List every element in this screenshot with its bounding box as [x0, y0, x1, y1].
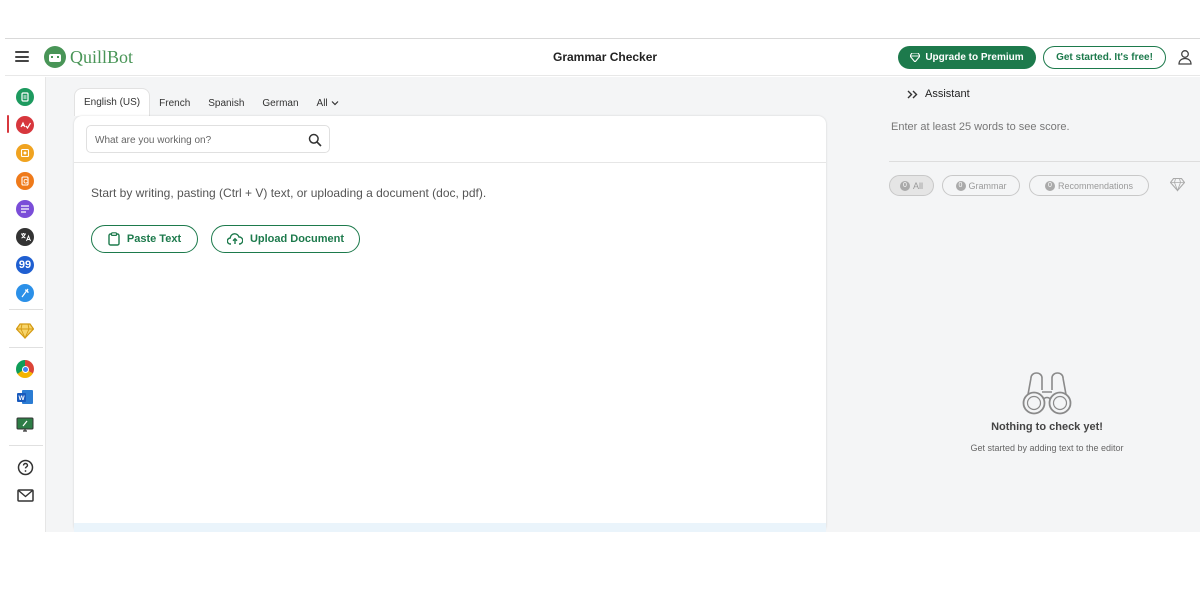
- sidebar-divider: [9, 347, 43, 348]
- tab-french[interactable]: French: [150, 90, 199, 116]
- double-chevron-right-icon: [907, 90, 918, 98]
- topic-search-box: [86, 125, 330, 153]
- filter-grammar[interactable]: 0 Grammar: [942, 175, 1020, 196]
- premium-diamond-icon[interactable]: [16, 322, 34, 340]
- app-window: QuillBot Grammar Checker Upgrade to Prem…: [5, 38, 1200, 532]
- diamond-icon: [910, 53, 921, 62]
- summarizer-icon[interactable]: [16, 200, 34, 218]
- paste-text-button[interactable]: Paste Text: [91, 225, 198, 253]
- empty-state-title: Nothing to check yet!: [991, 421, 1103, 433]
- logo-text: QuillBot: [70, 46, 134, 67]
- menu-icon[interactable]: [15, 51, 29, 62]
- assistant-title: Assistant: [925, 88, 970, 100]
- filter-recommendations-count: 0: [1044, 180, 1055, 191]
- get-started-button[interactable]: Get started. It's free!: [1043, 46, 1166, 69]
- search-icon[interactable]: [308, 133, 322, 147]
- editor-card: Start by writing, pasting (Ctrl + V) tex…: [74, 116, 826, 532]
- svg-text:W: W: [19, 395, 26, 402]
- quote-glyph: 99: [18, 258, 32, 271]
- topic-search-input[interactable]: [95, 132, 295, 148]
- flow-icon[interactable]: [16, 284, 34, 302]
- tab-all-label: All: [316, 97, 328, 109]
- editor-area: English (US) French Spanish German All S…: [46, 77, 829, 532]
- tab-english-us[interactable]: English (US): [74, 88, 151, 116]
- editor-divider: [74, 162, 826, 163]
- assistant-panel: Assistant Enter at least 25 words to see…: [829, 77, 1200, 532]
- sidebar-divider: [9, 445, 43, 446]
- language-tabs: English (US) French Spanish German All: [74, 88, 348, 116]
- chrome-extension-icon[interactable]: [16, 360, 34, 378]
- filter-recommendations-label: Recommendations: [1057, 180, 1134, 191]
- tab-all-languages[interactable]: All: [308, 90, 348, 116]
- filter-grammar-count: 0: [955, 180, 966, 191]
- paste-text-label: Paste Text: [126, 233, 182, 245]
- desktop-app-icon[interactable]: [16, 416, 34, 434]
- filter-all-label: All: [912, 180, 923, 191]
- paraphraser-icon[interactable]: [16, 88, 34, 106]
- editor-placeholder-text[interactable]: Start by writing, pasting (Ctrl + V) tex…: [91, 186, 486, 200]
- upgrade-label: Upgrade to Premium: [925, 52, 1024, 63]
- logo[interactable]: QuillBot: [44, 45, 133, 69]
- grammar-checker-icon[interactable]: [16, 116, 34, 134]
- score-hint: Enter at least 25 words to see score.: [891, 121, 1070, 133]
- upload-document-label: Upload Document: [249, 233, 345, 245]
- translator-icon[interactable]: [16, 228, 34, 246]
- editor-footer: [74, 523, 826, 532]
- page-title: Grammar Checker: [553, 50, 658, 64]
- sidebar: C 99 W: [5, 77, 46, 532]
- clipboard-icon: [108, 232, 120, 246]
- top-bar: QuillBot Grammar Checker Upgrade to Prem…: [5, 39, 1200, 76]
- premium-diamond-icon[interactable]: [1170, 177, 1185, 192]
- cloud-upload-icon: [226, 233, 243, 245]
- tab-spanish[interactable]: Spanish: [199, 90, 253, 116]
- citation-generator-icon[interactable]: 99: [16, 256, 34, 274]
- tab-german[interactable]: German: [253, 90, 307, 116]
- upload-document-button[interactable]: Upload Document: [211, 225, 360, 253]
- empty-state-subtitle: Get started by adding text to the editor: [970, 443, 1124, 453]
- plagiarism-checker-icon[interactable]: C: [16, 172, 34, 190]
- binoculars-icon: [1022, 372, 1072, 415]
- upgrade-button[interactable]: Upgrade to Premium: [898, 46, 1036, 69]
- filter-recommendations[interactable]: 0 Recommendations: [1029, 175, 1149, 196]
- help-icon[interactable]: [16, 458, 34, 476]
- quillbot-logo-icon: [44, 46, 66, 68]
- ai-detector-icon[interactable]: [16, 144, 34, 162]
- svg-text:C: C: [23, 180, 28, 186]
- assistant-divider: [889, 161, 1200, 162]
- assistant-header[interactable]: Assistant: [907, 88, 970, 100]
- filter-all-count: 0: [899, 180, 910, 191]
- filter-grammar-label: Grammar: [968, 180, 1007, 191]
- user-icon[interactable]: [1178, 49, 1192, 65]
- mail-icon[interactable]: [16, 486, 34, 504]
- filter-all[interactable]: 0 All: [889, 175, 934, 196]
- sidebar-divider: [9, 309, 43, 310]
- chevron-down-icon: [331, 101, 339, 106]
- word-addin-icon[interactable]: W: [16, 388, 34, 406]
- active-tool-marker: [7, 115, 9, 133]
